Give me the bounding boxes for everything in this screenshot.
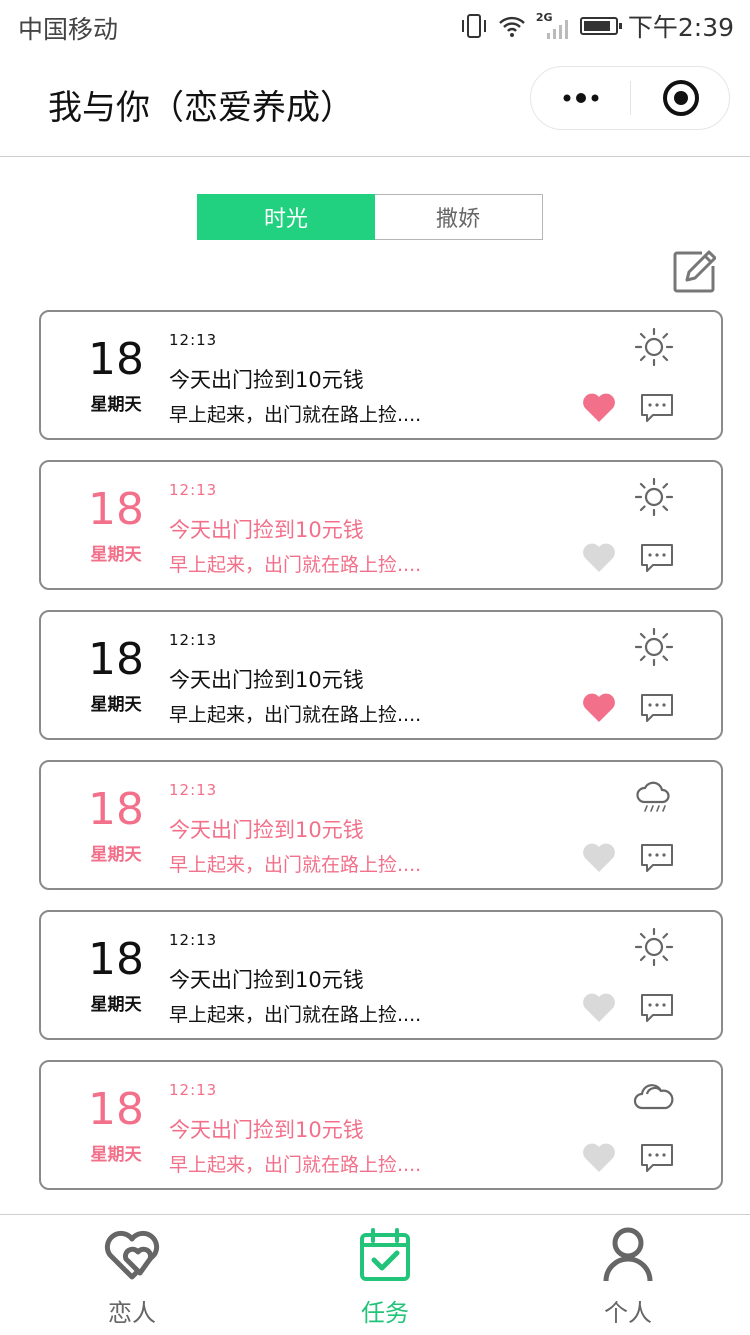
- card-title: 今天出门捡到10元钱: [169, 668, 364, 692]
- heart-icon[interactable]: [581, 992, 617, 1024]
- card-time: 12:13: [169, 1081, 218, 1099]
- sun-icon: [633, 926, 675, 968]
- record-card[interactable]: 18 星期天 12:13 今天出门捡到10元钱早上起来，出门就在路上捡....: [39, 610, 723, 740]
- person-icon: [603, 1227, 653, 1282]
- sun-icon: [633, 476, 675, 518]
- card-description: 早上起来，出门就在路上捡....: [169, 1004, 422, 1026]
- card-day: 18: [88, 784, 144, 835]
- card-weekday: 星期天: [90, 545, 142, 565]
- carrier-name: 中国移动: [18, 15, 119, 44]
- comment-icon[interactable]: [639, 992, 675, 1024]
- tab-time[interactable]: 时光: [197, 194, 375, 240]
- card-description: 早上起来，出门就在路上捡....: [169, 854, 422, 876]
- calendar-check-icon: [360, 1228, 410, 1281]
- tab-profile[interactable]: 个人: [528, 1215, 728, 1335]
- cell-signal: 2G: [536, 11, 570, 39]
- status-bar: 中国移动 2G 下午2:39: [0, 0, 750, 52]
- card-title: 今天出门捡到10元钱: [169, 1118, 364, 1142]
- card-day: 18: [88, 1084, 144, 1135]
- heart-icon[interactable]: [581, 392, 617, 424]
- card-description: 早上起来，出门就在路上捡....: [169, 704, 422, 726]
- target-icon: [662, 80, 699, 116]
- comment-icon[interactable]: [639, 542, 675, 574]
- heart-icon[interactable]: [581, 692, 617, 724]
- hearts-icon: [104, 1230, 160, 1280]
- card-time: 12:13: [169, 481, 218, 499]
- card-weekday: 星期天: [90, 395, 142, 415]
- card-time: 12:13: [169, 331, 218, 349]
- page-title: 我与你（恋爱养成）: [48, 88, 354, 128]
- card-day: 18: [88, 484, 144, 535]
- card-day: 18: [88, 334, 144, 385]
- more-button[interactable]: [531, 67, 630, 129]
- mini-program-capsule: [530, 66, 730, 130]
- record-list: 18 星期天 12:13 今天出门捡到10元钱 早上起来，出门就在路上捡.... 18 星期…: [39, 310, 723, 1210]
- comment-icon[interactable]: [639, 392, 675, 424]
- tab-task[interactable]: 任务: [285, 1215, 485, 1335]
- card-title: 今天出门捡到10元钱: [169, 818, 364, 842]
- battery-icon: [579, 17, 622, 35]
- rain-cloud-icon: [633, 776, 675, 818]
- heart-icon[interactable]: [581, 842, 617, 874]
- card-time: 12:13: [169, 931, 218, 949]
- signal-bars-icon: [546, 20, 568, 39]
- record-card[interactable]: 18 星期天 12:13 今天出门捡到10元钱早上起来，出门就在路上捡....: [39, 910, 723, 1040]
- clock: 下午2:39: [627, 13, 734, 42]
- tab-profile-label: 个人: [604, 1299, 652, 1327]
- sun-icon: [633, 326, 675, 368]
- card-title: 今天出门捡到10元钱: [169, 518, 364, 542]
- card-description: 早上起来，出门就在路上捡....: [169, 554, 422, 576]
- card-day: 18: [88, 934, 144, 985]
- card-title: 今天出门捡到10元钱: [169, 968, 364, 992]
- card-weekday: 星期天: [90, 995, 142, 1015]
- card-weekday: 星期天: [90, 695, 142, 715]
- comment-icon[interactable]: [639, 842, 675, 874]
- record-card[interactable]: 18 星期天 12:13 今天出门捡到10元钱早上起来，出门就在路上捡....: [39, 1060, 723, 1190]
- tab-lover[interactable]: 恋人: [32, 1215, 232, 1335]
- close-button[interactable]: [631, 67, 730, 129]
- vibrate-icon: [461, 14, 486, 38]
- card-time: 12:13: [169, 631, 218, 649]
- record-card[interactable]: 18 星期天 12:13 今天出门捡到10元钱早上起来，出门就在路上捡....: [39, 310, 723, 440]
- tab-lover-label: 恋人: [108, 1299, 156, 1327]
- card-description: 早上起来，出门就在路上捡....: [169, 404, 422, 426]
- comment-icon[interactable]: [639, 1142, 675, 1174]
- heart-icon[interactable]: [581, 542, 617, 574]
- more-dots-icon: [563, 93, 598, 103]
- card-description: 早上起来，出门就在路上捡....: [169, 1154, 422, 1176]
- heart-icon[interactable]: [581, 1142, 617, 1174]
- tab-task-label: 任务: [361, 1299, 409, 1327]
- nav-bar: 我与你（恋爱养成）: [0, 52, 750, 157]
- status-icons: 2G 下午2:39: [460, 8, 734, 44]
- edit-icon[interactable]: [672, 250, 716, 294]
- card-weekday: 星期天: [90, 845, 142, 865]
- tab-sajiao[interactable]: 撒娇: [375, 195, 541, 239]
- record-card[interactable]: 18 星期天 12:13 今天出门捡到10元钱早上起来，出门就在路上捡....: [39, 760, 723, 890]
- card-title: 今天出门捡到10元钱: [169, 368, 364, 392]
- record-card[interactable]: 18 星期天 12:13 今天出门捡到10元钱早上起来，出门就在路上捡....: [39, 460, 723, 590]
- bottom-tab-bar: 恋人 任务 个人: [0, 1214, 750, 1335]
- sun-icon: [633, 626, 675, 668]
- card-time: 12:13: [169, 781, 218, 799]
- comment-icon[interactable]: [639, 692, 675, 724]
- card-day: 18: [88, 634, 144, 685]
- cloud-icon: [633, 1076, 675, 1118]
- wifi-icon: [499, 16, 525, 37]
- card-weekday: 星期天: [90, 1145, 142, 1165]
- segmented-tabs: 时光 撒娇: [197, 194, 543, 240]
